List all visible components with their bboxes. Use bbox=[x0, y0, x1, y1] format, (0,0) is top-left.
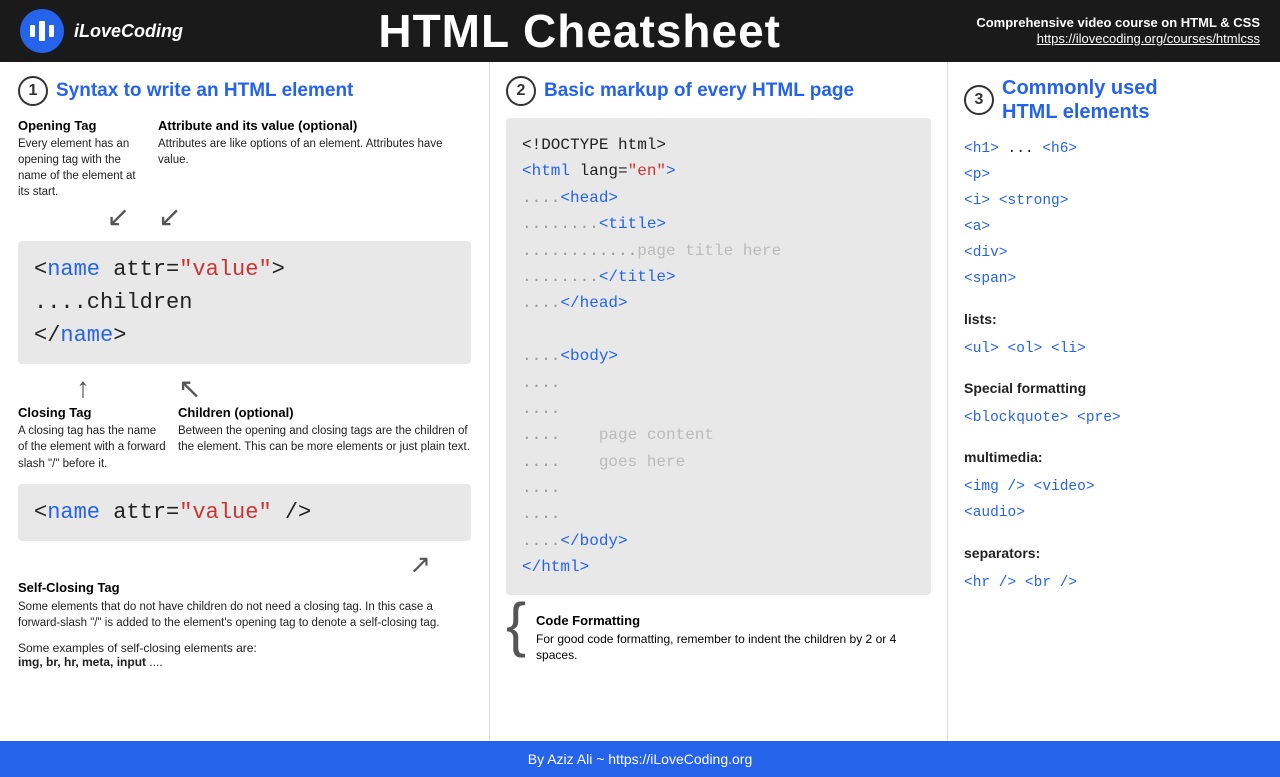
formatting-desc: For good code formatting, remember to in… bbox=[536, 631, 931, 665]
el-img-video: <img /> <video> bbox=[964, 474, 1264, 500]
category-formatting: Special formatting bbox=[964, 376, 1264, 401]
code-body-open: ....<body> bbox=[522, 343, 915, 369]
course-url[interactable]: https://ilovecoding.org/courses/htmlcss bbox=[1037, 31, 1260, 46]
section1-header: 1 Syntax to write an HTML element bbox=[18, 76, 471, 106]
section2: 2 Basic markup of every HTML page <!DOCT… bbox=[490, 62, 948, 741]
code-dots1: .... bbox=[522, 370, 915, 396]
section2-number: 2 bbox=[506, 76, 536, 106]
section1-title: Syntax to write an HTML element bbox=[56, 80, 353, 102]
code-body-close: ....</body> bbox=[522, 528, 915, 554]
logo-icon bbox=[20, 9, 64, 53]
bottom-arrows: ↑ ↖ bbox=[18, 372, 471, 405]
el-hr-br: <hr /> <br /> bbox=[964, 570, 1264, 596]
self-code-line1: <name attr="value" /> bbox=[34, 496, 455, 529]
self-closing-title: Self-Closing Tag bbox=[18, 580, 471, 595]
code-blank1 bbox=[522, 317, 915, 343]
logo-text: iLoveCoding bbox=[74, 21, 183, 42]
examples-label: Some examples of self-closing elements a… bbox=[18, 641, 257, 655]
el-i-strong: <i> <strong> bbox=[964, 188, 1264, 214]
code-head-close: ....</head> bbox=[522, 290, 915, 316]
main-content: 1 Syntax to write an HTML element Openin… bbox=[0, 62, 1280, 741]
code-dots4: .... bbox=[522, 501, 915, 527]
arrow-right-top: ↙ bbox=[138, 200, 461, 233]
code-doctype: <!DOCTYPE html> bbox=[522, 132, 915, 158]
children-annotation: Children (optional) Between the opening … bbox=[168, 405, 471, 471]
section2-title: Basic markup of every HTML page bbox=[544, 80, 854, 102]
self-closing-desc: Some elements that do not have children … bbox=[18, 599, 471, 631]
el-span: <span> bbox=[964, 266, 1264, 292]
el-audio: <audio> bbox=[964, 500, 1264, 526]
code-box-self-closing: <name attr="value" /> bbox=[18, 484, 471, 541]
formatting-title: Code Formatting bbox=[536, 613, 931, 628]
code-line2: ....children bbox=[34, 286, 455, 319]
closing-tag-title: Closing Tag bbox=[18, 405, 168, 420]
code-line3: </name> bbox=[34, 319, 455, 352]
section3-title: Commonly usedHTML elements bbox=[1002, 76, 1158, 124]
arrow-left-bottom: ↑ bbox=[28, 372, 138, 405]
code-dots3: .... bbox=[522, 475, 915, 501]
self-closing-arrow: ↗ bbox=[18, 549, 471, 580]
examples-bold: img, br, hr, meta, input bbox=[18, 655, 146, 669]
html-code-display: <!DOCTYPE html> <html lang="en"> ....<he… bbox=[506, 118, 931, 595]
category-multimedia: multimedia: bbox=[964, 445, 1264, 470]
code-title-close: ........</title> bbox=[522, 264, 915, 290]
section3-number: 3 bbox=[964, 85, 994, 115]
arrow-left-top: ↙ bbox=[28, 200, 138, 233]
el-p: <p> bbox=[964, 162, 1264, 188]
code-head-open: ....<head> bbox=[522, 185, 915, 211]
code-html-open: <html lang="en"> bbox=[522, 158, 915, 184]
formatting-area: { Code Formatting For good code formatti… bbox=[506, 605, 931, 665]
code-html-close: </html> bbox=[522, 554, 915, 580]
attribute-annotation: Attribute and its value (optional) Attri… bbox=[148, 118, 471, 200]
el-h1: <h1> ... <h6> bbox=[964, 136, 1264, 162]
header: iLoveCoding HTML Cheatsheet Comprehensiv… bbox=[0, 0, 1280, 62]
children-title: Children (optional) bbox=[178, 405, 471, 420]
top-annotations: Opening Tag Every element has an opening… bbox=[18, 118, 471, 200]
el-div: <div> bbox=[964, 240, 1264, 266]
code-dots2: .... bbox=[522, 396, 915, 422]
category-lists: lists: bbox=[964, 307, 1264, 332]
self-closing-section: <name attr="value" /> ↗ Self-Closing Tag… bbox=[18, 484, 471, 669]
footer: By Aziz Ali ~ https://iLoveCoding.org bbox=[0, 741, 1280, 777]
code-content1: .... page content bbox=[522, 422, 915, 448]
element-list: <h1> ... <h6> <p> <i> <strong> <a> <div>… bbox=[964, 136, 1264, 596]
opening-tag-title: Opening Tag bbox=[18, 118, 148, 133]
attribute-title: Attribute and its value (optional) bbox=[158, 118, 471, 133]
bottom-annotations: Closing Tag A closing tag has the name o… bbox=[18, 405, 471, 471]
header-title: HTML Cheatsheet bbox=[183, 4, 976, 58]
children-desc: Between the opening and closing tags are… bbox=[178, 423, 471, 455]
opening-tag-desc: Every element has an opening tag with th… bbox=[18, 136, 148, 200]
attribute-desc: Attributes are like options of an elemen… bbox=[158, 136, 471, 168]
el-a: <a> bbox=[964, 214, 1264, 240]
section3: 3 Commonly usedHTML elements <h1> ... <h… bbox=[948, 62, 1280, 741]
el-blockquote: <blockquote> <pre> bbox=[964, 405, 1264, 431]
el-lists: <ul> <ol> <li> bbox=[964, 336, 1264, 362]
code-title-open: ........<title> bbox=[522, 211, 915, 237]
examples-text: Some examples of self-closing elements a… bbox=[18, 641, 471, 669]
arrow-right-bottom: ↖ bbox=[138, 372, 461, 405]
closing-tag-annotation: Closing Tag A closing tag has the name o… bbox=[18, 405, 168, 471]
category-separators: separators: bbox=[964, 541, 1264, 566]
top-arrows: ↙ ↙ bbox=[18, 200, 471, 233]
code-line1: <name attr="value"> bbox=[34, 253, 455, 286]
code-page-title: ............page title here bbox=[522, 238, 915, 264]
section2-header: 2 Basic markup of every HTML page bbox=[506, 76, 931, 106]
opening-tag-annotation: Opening Tag Every element has an opening… bbox=[18, 118, 148, 200]
section3-header: 3 Commonly usedHTML elements bbox=[964, 76, 1264, 124]
code-box-main: <name attr="value"> ....children </name> bbox=[18, 241, 471, 364]
header-right: Comprehensive video course on HTML & CSS… bbox=[976, 15, 1260, 48]
examples-suffix: .... bbox=[146, 655, 163, 669]
closing-tag-desc: A closing tag has the name of the elemen… bbox=[18, 423, 168, 471]
section1-number: 1 bbox=[18, 76, 48, 106]
course-label: Comprehensive video course on HTML & CSS bbox=[976, 15, 1260, 30]
footer-text: By Aziz Ali ~ https://iLoveCoding.org bbox=[528, 751, 753, 767]
section1: 1 Syntax to write an HTML element Openin… bbox=[0, 62, 490, 741]
logo-area: iLoveCoding bbox=[20, 9, 183, 53]
bracket-icon: { bbox=[506, 595, 526, 655]
code-formatting-note: Code Formatting For good code formatting… bbox=[536, 613, 931, 665]
code-content2: .... goes here bbox=[522, 449, 915, 475]
